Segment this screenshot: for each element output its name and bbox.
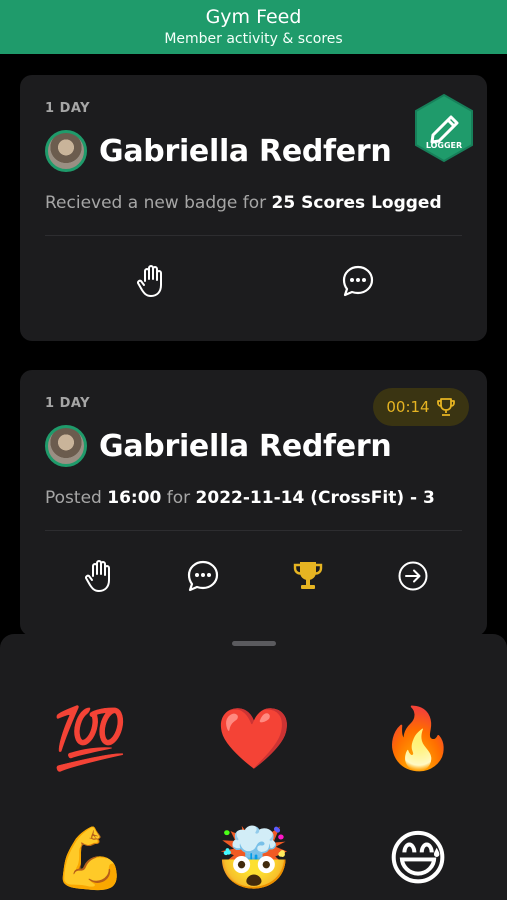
- reaction-sweat-smile[interactable]: 😅: [378, 826, 458, 892]
- sheet-grabber[interactable]: [232, 641, 276, 646]
- reaction-heart[interactable]: ❤️: [214, 706, 294, 772]
- comment-button[interactable]: [185, 558, 221, 594]
- badge-name: 25 Scores Logged: [271, 193, 442, 213]
- app-header: Gym Feed Member activity & scores: [0, 0, 507, 54]
- reaction-flexed-biceps[interactable]: 💪: [50, 826, 130, 892]
- score-time: 16:00: [107, 488, 162, 508]
- post-age: 1 DAY: [45, 101, 91, 116]
- reaction-mind-blown[interactable]: 🤯: [214, 826, 294, 892]
- comment-icon: [187, 560, 219, 592]
- avatar[interactable]: [45, 425, 87, 467]
- user-row[interactable]: Gabriella Redfern: [45, 425, 392, 467]
- user-row[interactable]: Gabriella Redfern: [45, 130, 392, 172]
- high-five-button[interactable]: [133, 263, 169, 299]
- hand-icon: [137, 265, 162, 297]
- reaction-sheet[interactable]: 💯 ❤️ 🔥 💪 🤯 😅: [0, 634, 507, 900]
- activity-text: Posted 16:00 for 2022-11-14 (CrossFit) -…: [45, 488, 435, 508]
- high-five-button[interactable]: [81, 558, 117, 594]
- page-title: Gym Feed: [205, 6, 302, 28]
- page-subtitle: Member activity & scores: [164, 31, 343, 47]
- arrow-right-circle-icon: [398, 561, 428, 591]
- divider: [45, 530, 462, 531]
- hand-icon: [85, 560, 110, 592]
- trophy-icon: [436, 398, 455, 416]
- post-age: 1 DAY: [45, 396, 91, 411]
- view-score-button[interactable]: [395, 558, 431, 594]
- comment-button[interactable]: [340, 263, 376, 299]
- card-actions: [20, 558, 487, 594]
- user-name[interactable]: Gabriella Redfern: [99, 429, 392, 464]
- score-timer-badge[interactable]: 00:14: [373, 388, 469, 426]
- trophy-icon: [293, 562, 323, 589]
- svg-text:LOGGER: LOGGER: [426, 141, 462, 150]
- user-name[interactable]: Gabriella Redfern: [99, 134, 392, 169]
- reaction-hundred[interactable]: 💯: [50, 706, 130, 772]
- comment-icon: [342, 265, 374, 297]
- activity-text: Recieved a new badge for 25 Scores Logge…: [45, 193, 442, 213]
- reaction-fire[interactable]: 🔥: [378, 706, 458, 772]
- workout-name: 2022-11-14 (CrossFit) - 3: [195, 488, 435, 508]
- logger-badge-icon[interactable]: LOGGER: [413, 93, 475, 163]
- leaderboard-button[interactable]: [290, 558, 326, 594]
- feed-card-score[interactable]: 1 DAY 00:14 Gabriella Redfern Posted 16:…: [20, 370, 487, 636]
- feed-card-badge[interactable]: 1 DAY Gabriella Redfern LOGGER Recieved …: [20, 75, 487, 341]
- divider: [45, 235, 462, 236]
- timer-value: 00:14: [386, 398, 430, 416]
- card-actions: [20, 263, 487, 299]
- avatar[interactable]: [45, 130, 87, 172]
